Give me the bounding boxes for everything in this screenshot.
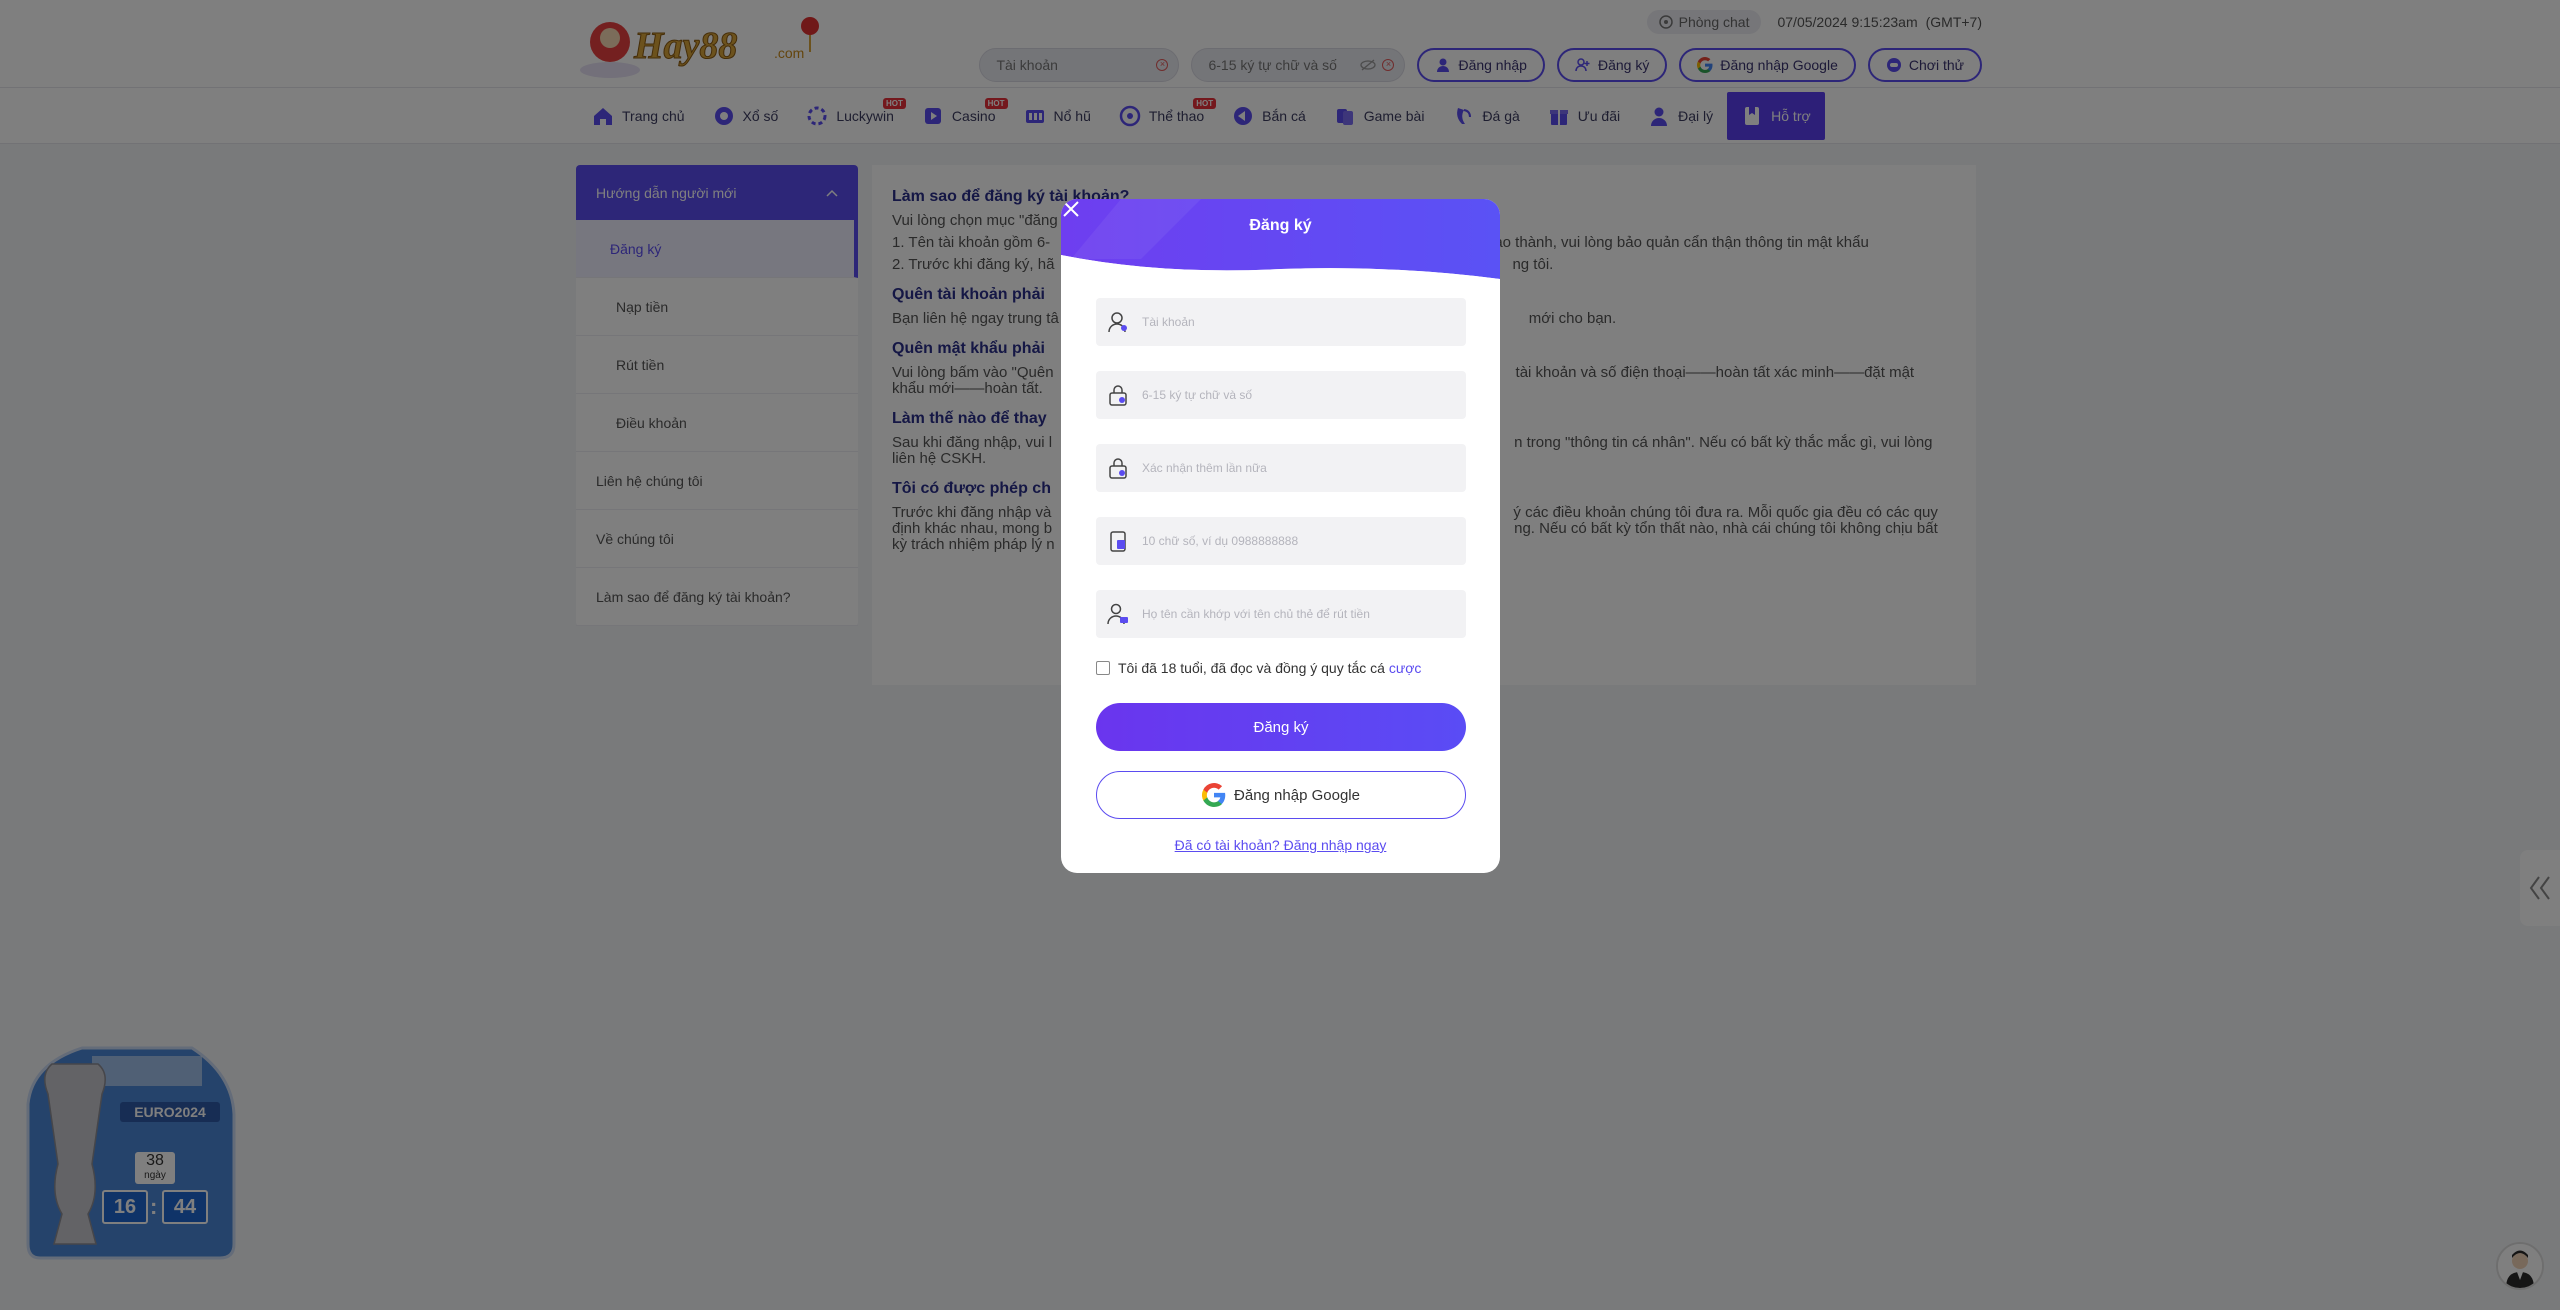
lock-icon xyxy=(1109,385,1127,406)
phone-input[interactable] xyxy=(1142,534,1442,548)
fullname-input[interactable] xyxy=(1142,607,1442,621)
confirm-password-field[interactable] xyxy=(1096,444,1466,492)
username-input[interactable] xyxy=(1142,315,1442,329)
id-user-icon xyxy=(1107,603,1128,625)
username-field[interactable] xyxy=(1096,298,1466,346)
agree-text: Tôi đã 18 tuổi, đã đọc và đồng ý quy tắc… xyxy=(1118,660,1422,676)
fullname-field[interactable] xyxy=(1096,590,1466,638)
agree-checkbox[interactable] xyxy=(1096,661,1110,675)
google-register-button[interactable]: Đăng nhập Google xyxy=(1096,771,1466,819)
user-icon xyxy=(1108,312,1127,333)
age-agreement: Tôi đã 18 tuổi, đã đọc và đồng ý quy tắc… xyxy=(1096,660,1421,676)
google-icon xyxy=(1202,783,1226,807)
register-modal: Đăng ký Tôi đã 18 tuổi, đã đọc và đồng ý… xyxy=(1061,199,1500,873)
password-field[interactable] xyxy=(1096,371,1466,419)
lock-icon xyxy=(1109,458,1127,479)
phone-icon xyxy=(1110,531,1126,552)
confirm-password-input[interactable] xyxy=(1142,461,1442,475)
rules-link[interactable]: cược xyxy=(1389,660,1422,676)
close-icon[interactable] xyxy=(1061,199,1081,219)
modal-title: Đăng ký xyxy=(1249,217,1312,234)
modal-header: Đăng ký xyxy=(1061,199,1500,281)
password-input[interactable] xyxy=(1142,388,1442,402)
submit-register-button[interactable]: Đăng ký xyxy=(1096,703,1466,751)
phone-field[interactable] xyxy=(1096,517,1466,565)
login-now-link[interactable]: Đã có tài khoản? Đăng nhập ngay xyxy=(1061,837,1500,853)
